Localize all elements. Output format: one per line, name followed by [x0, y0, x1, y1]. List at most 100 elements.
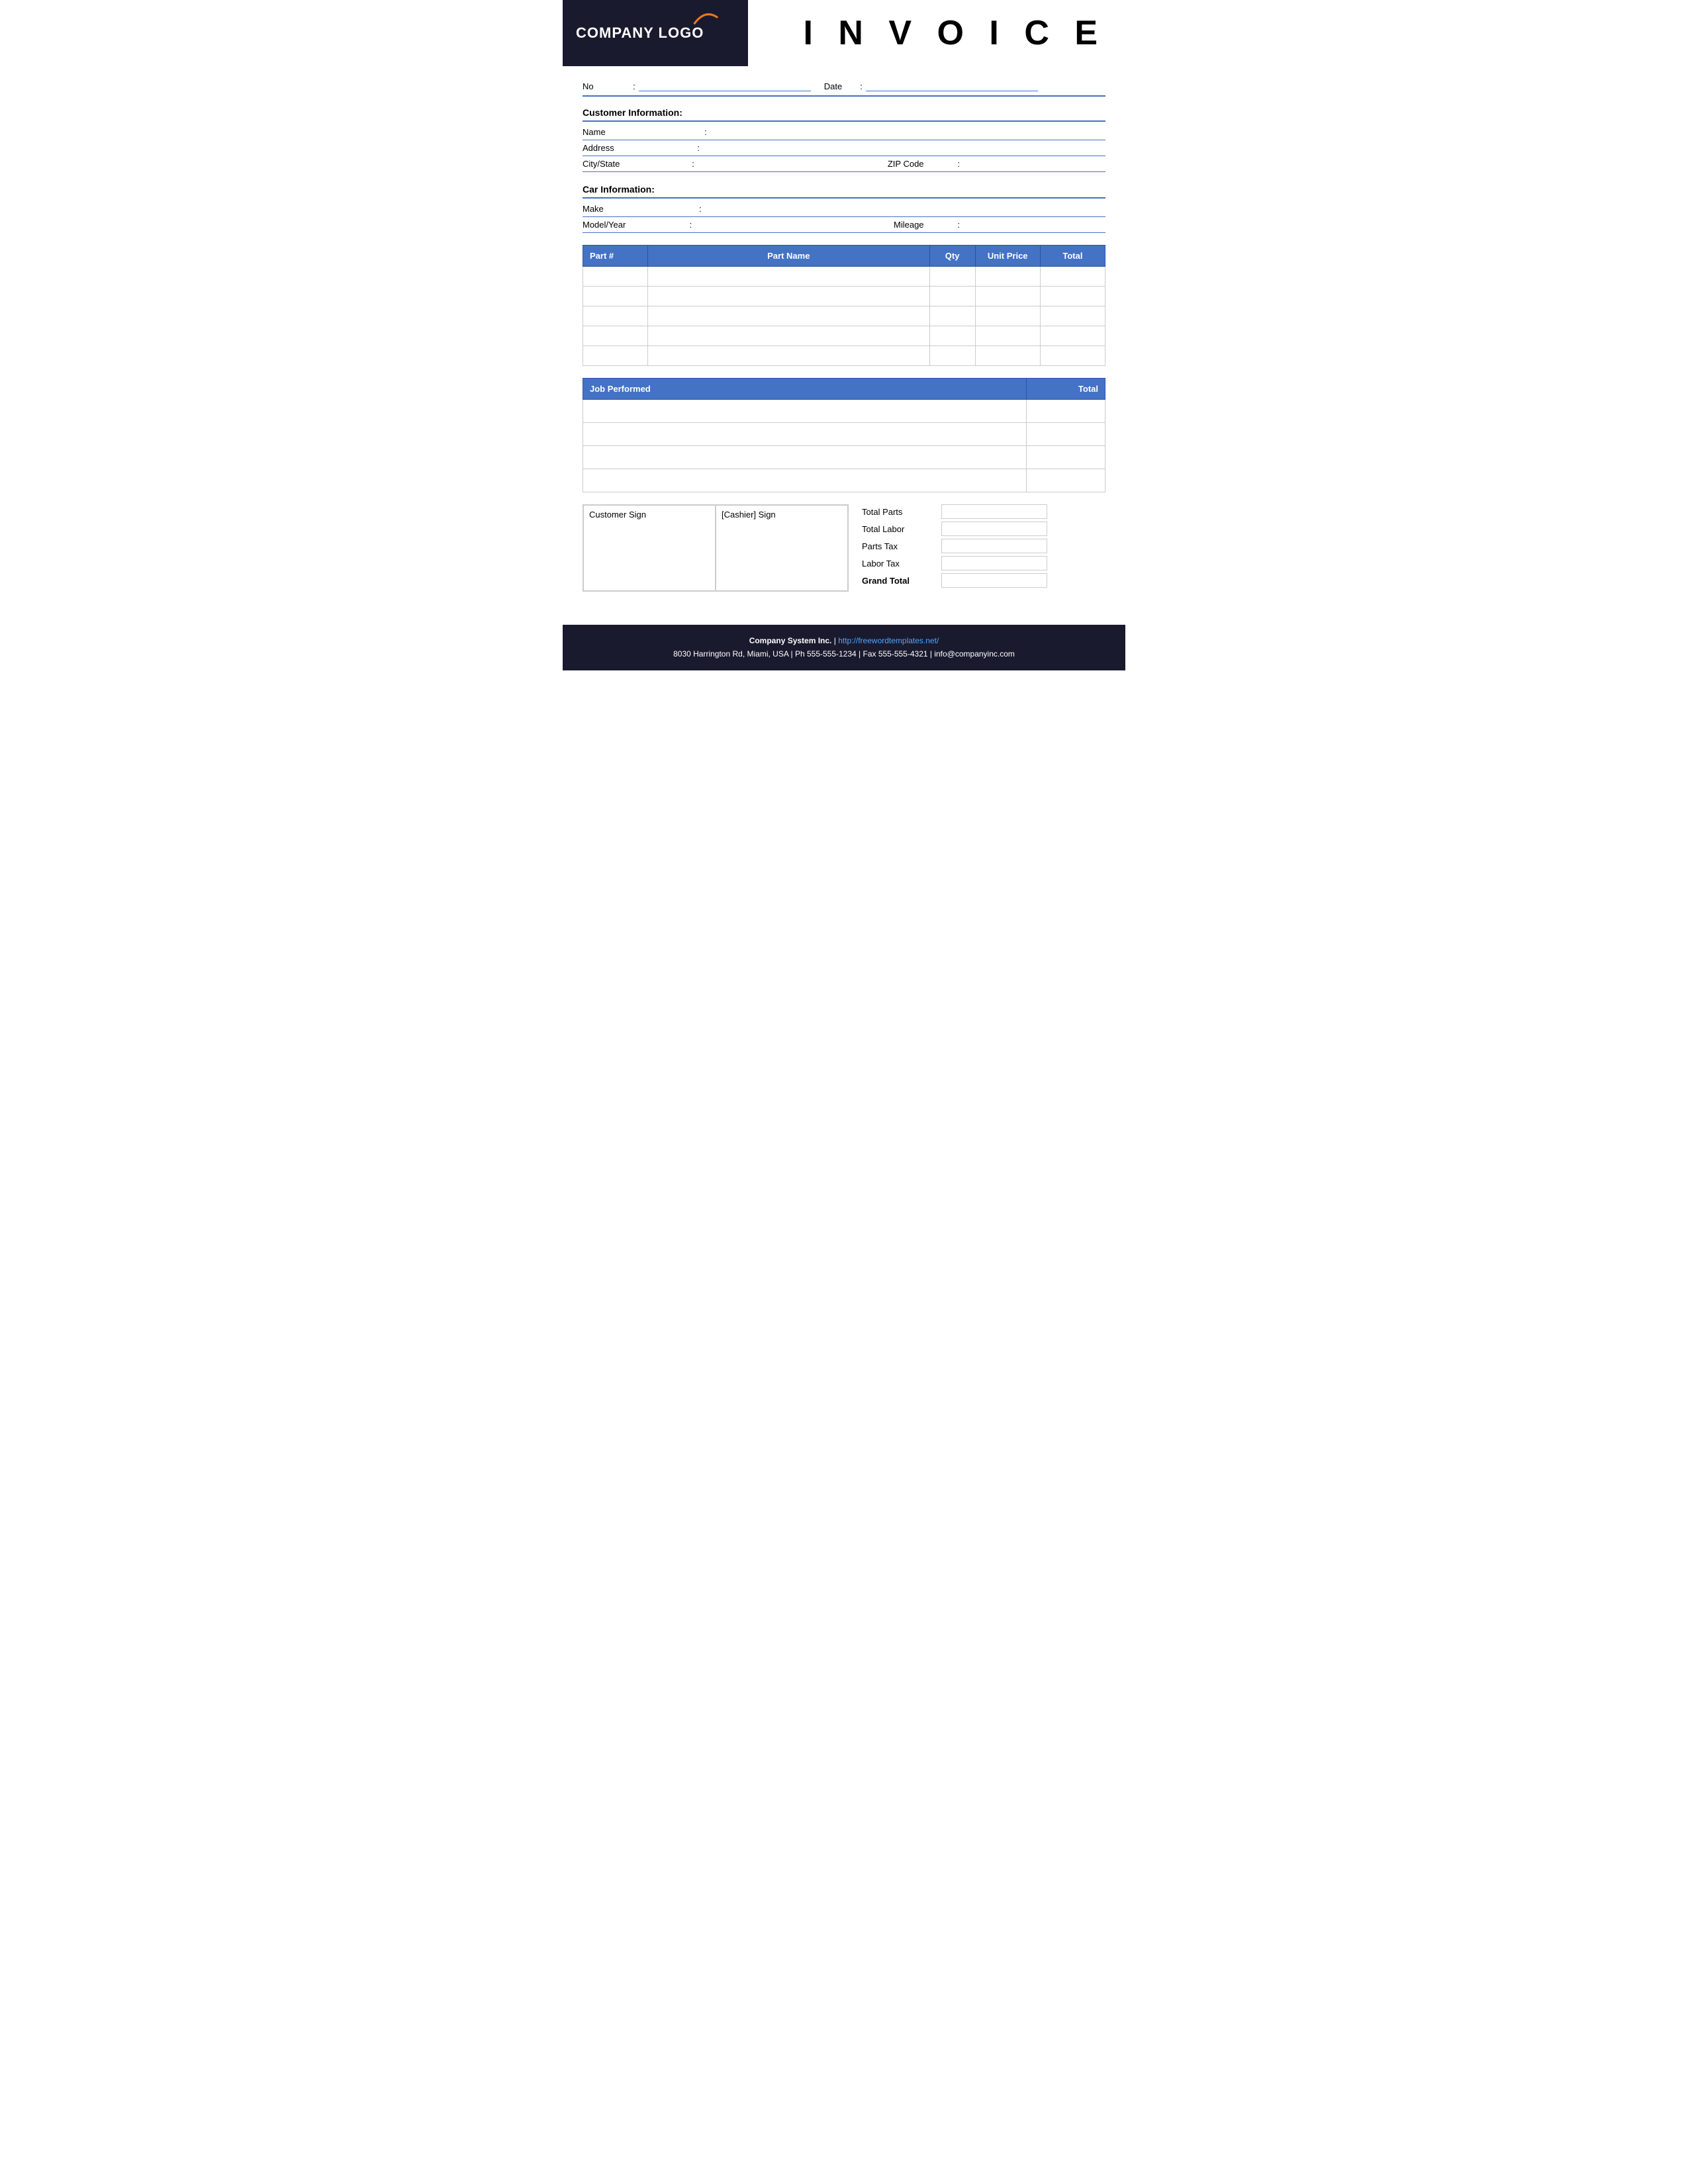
customer-sign-box: Customer Sign	[583, 505, 716, 591]
col-unit-price: Unit Price	[975, 246, 1040, 267]
unit-price-cell[interactable]	[975, 267, 1040, 287]
footer-website[interactable]: http://freewordtemplates.net/	[838, 636, 939, 645]
make-label: Make	[583, 204, 649, 214]
bottom-section: Customer Sign [Cashier] Sign Total Parts…	[583, 504, 1105, 592]
no-colon-symbol: :	[633, 81, 635, 91]
part-no-cell[interactable]	[583, 306, 648, 326]
grand-total-row: Grand Total	[862, 573, 1105, 588]
job-total-cell[interactable]	[1027, 446, 1105, 469]
cashier-sign-box: [Cashier] Sign	[716, 505, 848, 591]
no-date-row: No : Date :	[583, 79, 1105, 97]
city-state-label: City/State	[583, 159, 649, 169]
job-desc-cell[interactable]	[583, 400, 1027, 423]
page-header: COMPANY LOGO I N V O I C E	[563, 0, 1125, 66]
date-label: Date	[824, 81, 844, 91]
page-footer: Company System Inc. | http://freewordtem…	[563, 625, 1125, 670]
parts-tax-row: Parts Tax	[862, 539, 1105, 553]
no-value-line[interactable]	[639, 79, 811, 91]
part-name-cell[interactable]	[647, 306, 929, 326]
car-divider	[583, 197, 1105, 199]
total-labor-value[interactable]	[941, 522, 1047, 536]
part-name-cell[interactable]	[647, 346, 929, 366]
labor-tax-row: Labor Tax	[862, 556, 1105, 570]
table-row	[583, 400, 1105, 423]
customer-info-title: Customer Information:	[583, 107, 1105, 118]
customer-name-row: Name :	[583, 124, 1105, 140]
zip-colon-sym: :	[957, 159, 960, 169]
table-row	[583, 326, 1105, 346]
part-no-cell[interactable]	[583, 287, 648, 306]
main-content: No : Date : Customer Information: Name :…	[563, 66, 1125, 605]
part-no-cell[interactable]	[583, 326, 648, 346]
totals-section: Total Parts Total Labor Parts Tax Labor …	[862, 504, 1105, 590]
footer-line2: 8030 Harrington Rd, Miami, USA | Ph 555-…	[572, 647, 1116, 660]
job-desc-cell[interactable]	[583, 423, 1027, 446]
logo-arc-icon	[692, 12, 718, 26]
zip-colon-space	[937, 159, 945, 169]
date-value-line[interactable]	[866, 79, 1038, 91]
job-total-cell[interactable]	[1027, 423, 1105, 446]
col-job-total: Total	[1027, 379, 1105, 400]
invoice-title: I N V O I C E	[804, 13, 1106, 53]
col-job-performed: Job Performed	[583, 379, 1027, 400]
part-name-cell[interactable]	[647, 287, 929, 306]
customer-divider	[583, 120, 1105, 122]
model-colon-sym: :	[690, 220, 692, 230]
labor-tax-value[interactable]	[941, 556, 1047, 570]
total-parts-value[interactable]	[941, 504, 1047, 519]
parts-table-header-row: Part # Part Name Qty Unit Price Total	[583, 246, 1105, 267]
parts-tax-value[interactable]	[941, 539, 1047, 553]
address-colon-space	[665, 143, 681, 153]
job-desc-cell[interactable]	[583, 469, 1027, 492]
address-row: Address :	[583, 140, 1105, 156]
qty-cell[interactable]	[929, 267, 975, 287]
qty-cell[interactable]	[929, 287, 975, 306]
unit-price-cell[interactable]	[975, 287, 1040, 306]
table-row	[583, 267, 1105, 287]
logo-section: COMPANY LOGO	[563, 0, 748, 66]
total-cell[interactable]	[1040, 267, 1105, 287]
col-qty: Qty	[929, 246, 975, 267]
part-no-cell[interactable]	[583, 346, 648, 366]
total-cell[interactable]	[1040, 346, 1105, 366]
qty-cell[interactable]	[929, 326, 975, 346]
total-cell[interactable]	[1040, 306, 1105, 326]
job-desc-cell[interactable]	[583, 446, 1027, 469]
cashier-sign-label: [Cashier] Sign	[722, 510, 776, 520]
no-colon	[606, 81, 630, 91]
date-colon-symbol: :	[860, 81, 863, 91]
job-total-cell[interactable]	[1027, 400, 1105, 423]
name-colon-sym: :	[704, 127, 707, 137]
total-cell[interactable]	[1040, 326, 1105, 346]
date-field: Date :	[824, 79, 1038, 91]
job-table: Job Performed Total	[583, 378, 1105, 492]
name-label: Name	[583, 127, 649, 137]
col-part-name: Part Name	[647, 246, 929, 267]
mileage-colon-sym: :	[957, 220, 960, 230]
model-colon-space	[662, 220, 677, 230]
job-total-cell[interactable]	[1027, 469, 1105, 492]
make-row: Make :	[583, 201, 1105, 217]
table-row	[583, 469, 1105, 492]
qty-cell[interactable]	[929, 306, 975, 326]
parts-table: Part # Part Name Qty Unit Price Total	[583, 245, 1105, 366]
part-name-cell[interactable]	[647, 326, 929, 346]
part-name-cell[interactable]	[647, 267, 929, 287]
unit-price-cell[interactable]	[975, 306, 1040, 326]
table-row	[583, 423, 1105, 446]
no-label: No	[583, 81, 602, 91]
car-info-title: Car Information:	[583, 184, 1105, 195]
model-year-label: Model/Year	[583, 220, 649, 230]
unit-price-cell[interactable]	[975, 346, 1040, 366]
make-colon-sym: :	[699, 204, 702, 214]
part-no-cell[interactable]	[583, 267, 648, 287]
total-cell[interactable]	[1040, 287, 1105, 306]
unit-price-cell[interactable]	[975, 326, 1040, 346]
date-colon-space	[847, 81, 857, 91]
grand-total-value[interactable]	[941, 573, 1047, 588]
footer-company: Company System Inc.	[749, 636, 832, 645]
mileage-label: Mileage	[894, 220, 924, 230]
qty-cell[interactable]	[929, 346, 975, 366]
invoice-title-section: I N V O I C E	[748, 0, 1125, 66]
grand-total-label: Grand Total	[862, 576, 935, 586]
